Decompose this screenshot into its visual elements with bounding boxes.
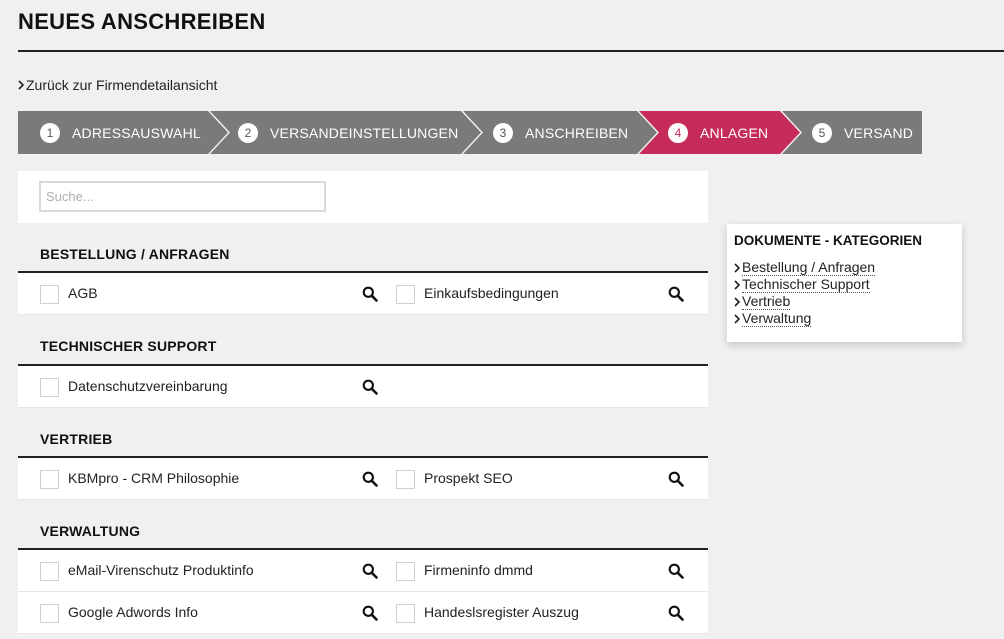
document-label: Prospekt SEO bbox=[424, 470, 513, 486]
page-title: NEUES ANSCHREIBEN bbox=[18, 9, 266, 34]
chevron-right-icon bbox=[734, 296, 740, 307]
document-label: Einkaufsbedingungen bbox=[424, 285, 559, 301]
document-label: KBMpro - CRM Philosophie bbox=[68, 470, 240, 486]
document-checkbox[interactable] bbox=[396, 562, 415, 581]
step-number: 3 bbox=[493, 122, 513, 143]
document-checkbox[interactable] bbox=[40, 285, 59, 304]
document-item: KBMpro - CRM Philosophie bbox=[18, 458, 378, 500]
page-header: NEUES ANSCHREIBEN bbox=[18, 0, 1004, 52]
document-item: Google Adwords Info bbox=[18, 592, 378, 634]
document-label: Datenschutzvereinbarung bbox=[68, 378, 228, 394]
step-anschreiben[interactable]: 3 ANSCHREIBEN bbox=[493, 111, 628, 154]
document-label: Firmeninfo dmmd bbox=[424, 562, 533, 578]
document-row: AGB Einkaufsbedingungen bbox=[18, 273, 708, 315]
categories-list: Bestellung / Anfragen Technischer Suppor… bbox=[734, 259, 876, 327]
magnifier-icon[interactable] bbox=[668, 605, 684, 621]
back-link-label: Zurück zur Firmendetailansicht bbox=[26, 77, 218, 93]
document-item: Handeslsregister Auszug bbox=[374, 592, 708, 634]
categories-box-title: DOKUMENTE - KATEGORIEN bbox=[734, 233, 922, 248]
category-link-verwaltung[interactable]: Verwaltung bbox=[734, 310, 875, 327]
magnifier-icon[interactable] bbox=[668, 563, 684, 579]
chevron-right-icon bbox=[734, 262, 740, 273]
document-checkbox[interactable] bbox=[40, 470, 59, 489]
category-link-vertrieb[interactable]: Vertrieb bbox=[734, 293, 875, 310]
category-link-label: Technischer Support bbox=[742, 276, 870, 293]
document-item: AGB bbox=[18, 273, 378, 315]
magnifier-icon[interactable] bbox=[362, 379, 378, 395]
document-checkbox[interactable] bbox=[40, 562, 59, 581]
step-anlagen[interactable]: 4 ANLAGEN bbox=[668, 111, 768, 154]
step-number: 5 bbox=[812, 122, 832, 143]
document-row: eMail-Virenschutz Produktinfo Firmeninfo… bbox=[18, 550, 708, 592]
document-label: Handeslsregister Auszug bbox=[424, 604, 579, 620]
document-label: eMail-Virenschutz Produktinfo bbox=[68, 562, 254, 578]
document-item: Datenschutzvereinbarung bbox=[18, 366, 378, 408]
document-checkbox[interactable] bbox=[396, 604, 415, 623]
step-label: ADRESSAUSWAHL bbox=[72, 124, 201, 141]
category-link-label: Verwaltung bbox=[742, 310, 812, 327]
document-checkbox[interactable] bbox=[396, 285, 415, 304]
category-title-verwaltung: VERWALTUNG bbox=[40, 523, 141, 539]
document-row: Google Adwords Info Handeslsregister Aus… bbox=[18, 592, 708, 634]
document-checkbox[interactable] bbox=[40, 604, 59, 623]
document-item: Prospekt SEO bbox=[374, 458, 708, 500]
step-number: 4 bbox=[668, 122, 688, 143]
search-panel bbox=[18, 171, 708, 223]
category-link-technischer-support[interactable]: Technischer Support bbox=[734, 276, 875, 293]
category-link-bestellung[interactable]: Bestellung / Anfragen bbox=[734, 259, 876, 276]
step-adressauswahl[interactable]: 1 ADRESSAUSWAHL bbox=[40, 111, 201, 154]
chevron-right-icon bbox=[734, 313, 740, 324]
wizard-stepper: 1 ADRESSAUSWAHL 2 VERSANDEINSTELLUNGEN 3… bbox=[18, 111, 922, 154]
document-item: Firmeninfo dmmd bbox=[374, 550, 708, 592]
search-input[interactable] bbox=[39, 181, 326, 212]
document-row: KBMpro - CRM Philosophie Prospekt SEO bbox=[18, 458, 708, 500]
step-versandeinstellungen[interactable]: 2 VERSANDEINSTELLUNGEN bbox=[238, 111, 458, 154]
magnifier-icon[interactable] bbox=[668, 286, 684, 302]
document-label: AGB bbox=[68, 285, 98, 301]
chevron-right-icon bbox=[734, 279, 740, 290]
document-row: Datenschutzvereinbarung bbox=[18, 366, 708, 408]
category-title-vertrieb: VERTRIEB bbox=[40, 431, 113, 447]
document-categories-box: DOKUMENTE - KATEGORIEN Bestellung / Anfr… bbox=[727, 224, 962, 342]
chevron-right-icon bbox=[18, 80, 24, 90]
category-title-bestellung: BESTELLUNG / ANFRAGEN bbox=[40, 246, 230, 262]
category-link-label: Bestellung / Anfragen bbox=[742, 259, 876, 276]
back-link[interactable]: Zurück zur Firmendetailansicht bbox=[18, 77, 217, 93]
document-label: Google Adwords Info bbox=[68, 604, 198, 620]
document-checkbox[interactable] bbox=[40, 378, 59, 397]
step-label: ANSCHREIBEN bbox=[525, 124, 629, 141]
step-label: VERSANDEINSTELLUNGEN bbox=[270, 124, 459, 141]
document-item: Einkaufsbedingungen bbox=[374, 273, 708, 315]
step-number: 1 bbox=[40, 122, 60, 143]
category-title-technischer-support: TECHNISCHER SUPPORT bbox=[40, 338, 217, 354]
document-checkbox[interactable] bbox=[396, 470, 415, 489]
step-label: VERSAND bbox=[844, 124, 914, 141]
document-item: eMail-Virenschutz Produktinfo bbox=[18, 550, 378, 592]
step-label: ANLAGEN bbox=[700, 124, 769, 141]
category-link-label: Vertrieb bbox=[742, 293, 791, 310]
step-versand[interactable]: 5 VERSAND bbox=[812, 111, 913, 154]
magnifier-icon[interactable] bbox=[668, 471, 684, 487]
step-number: 2 bbox=[238, 122, 258, 143]
